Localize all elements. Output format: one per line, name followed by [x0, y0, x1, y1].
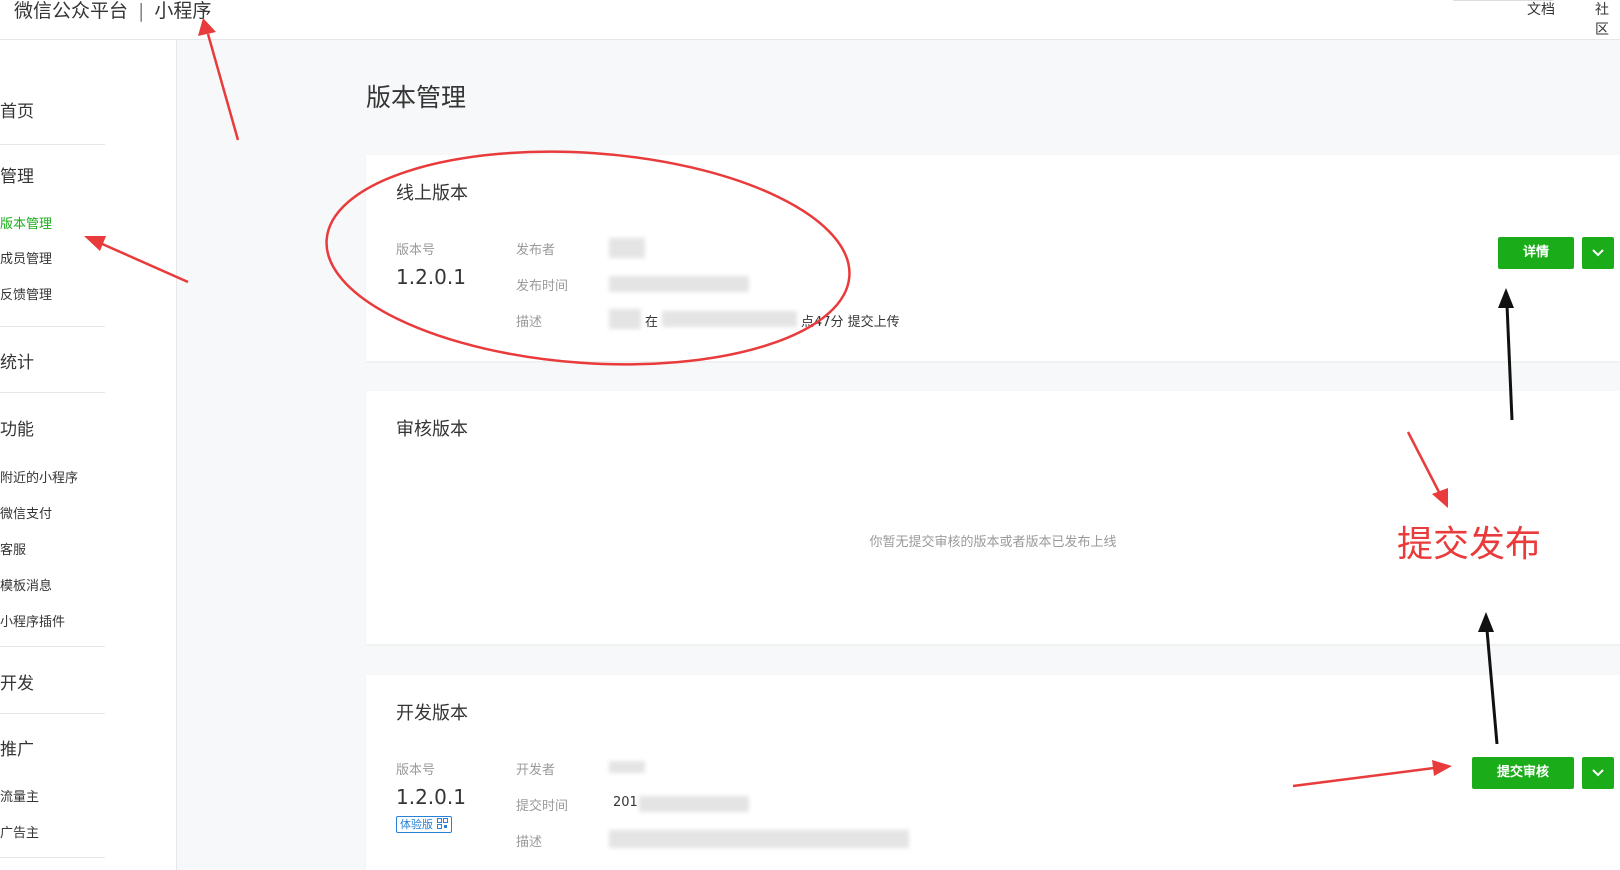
submit-time-redacted [639, 796, 749, 812]
sidebar-divider [0, 326, 105, 327]
online-version-title: 线上版本 [396, 183, 468, 204]
developer-label: 开发者 [516, 763, 556, 778]
trial-version-label: 体验版 [400, 818, 433, 831]
sidebar-item-feedback-management[interactable]: 反馈管理 [0, 284, 52, 303]
sidebar-group-manage: 管理 [0, 167, 34, 187]
publisher-value-redacted [609, 238, 645, 258]
online-version-card: 线上版本 版本号 1.2.0.1 发布者 发布时间 描述 在 点47分 提交上传… [366, 155, 1620, 361]
publish-time-label: 发布时间 [516, 279, 569, 294]
developer-redacted [609, 761, 645, 773]
sidebar-item-wechat-pay[interactable]: 微信支付 [0, 503, 52, 522]
online-more-dropdown[interactable] [1582, 237, 1614, 269]
dev-description-redacted [609, 830, 909, 848]
description-redacted [662, 311, 797, 327]
dev-version-number: 1.2.0.1 [396, 785, 466, 809]
docs-link[interactable]: 文档 [1527, 0, 1555, 19]
brand-name: 微信公众平台 [14, 0, 129, 22]
online-version-number: 1.2.0.1 [396, 265, 466, 289]
sidebar-divider [0, 646, 105, 647]
publisher-label: 发布者 [516, 243, 556, 258]
sidebar-item-version-management[interactable]: 版本管理 [0, 213, 52, 232]
page-title: 版本管理 [366, 83, 467, 112]
description-suffix: 点47分 提交上传 [801, 315, 900, 330]
sidebar-item-nearby-miniprogram[interactable]: 附近的小程序 [0, 467, 78, 486]
version-number-label: 版本号 [396, 763, 436, 778]
sidebar-item-home[interactable]: 首页 [0, 97, 34, 122]
description-redacted [609, 309, 641, 329]
sidebar-item-plugins[interactable]: 小程序插件 [0, 611, 65, 630]
brand[interactable]: 微信公众平台 | 小程序 [14, 0, 211, 23]
sidebar-divider [0, 144, 105, 145]
sidebar-group-promotion: 推广 [0, 740, 34, 760]
dev-version-title: 开发版本 [396, 703, 468, 724]
sidebar-item-development[interactable]: 开发 [0, 669, 34, 694]
dev-more-dropdown[interactable] [1582, 757, 1614, 789]
publish-time-redacted [609, 276, 749, 292]
chevron-down-icon [1592, 769, 1604, 777]
sidebar-item-traffic-owner[interactable]: 流量主 [0, 786, 39, 805]
version-number-label: 版本号 [396, 243, 436, 258]
product-name: 小程序 [154, 0, 212, 22]
dev-version-card: 开发版本 版本号 1.2.0.1 体验版 开发者 提交时间 201 描述 提交审… [366, 675, 1620, 870]
sidebar-item-template-message[interactable]: 模板消息 [0, 575, 52, 594]
sidebar-item-member-management[interactable]: 成员管理 [0, 248, 52, 267]
sidebar-item-advertiser[interactable]: 广告主 [0, 822, 39, 841]
description-prefix: 在 [645, 315, 659, 330]
sidebar: 首页 管理 版本管理 成员管理 反馈管理 统计 功能 附近的小程序 微信支付 客… [0, 40, 177, 870]
trial-version-tag[interactable]: 体验版 [396, 816, 452, 833]
sidebar-divider [0, 857, 105, 858]
community-link[interactable]: 社区 [1595, 0, 1620, 39]
description-label: 描述 [516, 835, 543, 850]
sidebar-item-statistics[interactable]: 统计 [0, 348, 34, 373]
chevron-down-icon [1592, 249, 1604, 257]
sidebar-item-customer-service[interactable]: 客服 [0, 539, 26, 558]
qr-code-icon [436, 818, 448, 829]
submit-time-label: 提交时间 [516, 799, 569, 814]
sidebar-divider [0, 392, 105, 393]
description-label: 描述 [516, 315, 543, 330]
top-bar: 微信公众平台 | 小程序 文档 社区 [0, 0, 1620, 40]
submit-review-button[interactable]: 提交审核 [1472, 757, 1574, 789]
submit-time-prefix: 201 [613, 795, 638, 810]
red-arrow [206, 33, 240, 141]
detail-button[interactable]: 详情 [1498, 237, 1574, 269]
sidebar-group-features: 功能 [0, 420, 34, 440]
review-version-title: 审核版本 [396, 419, 468, 440]
brand-separator: | [138, 0, 145, 22]
sidebar-divider [0, 713, 105, 714]
annotation-label: 提交发布 [1397, 524, 1542, 565]
